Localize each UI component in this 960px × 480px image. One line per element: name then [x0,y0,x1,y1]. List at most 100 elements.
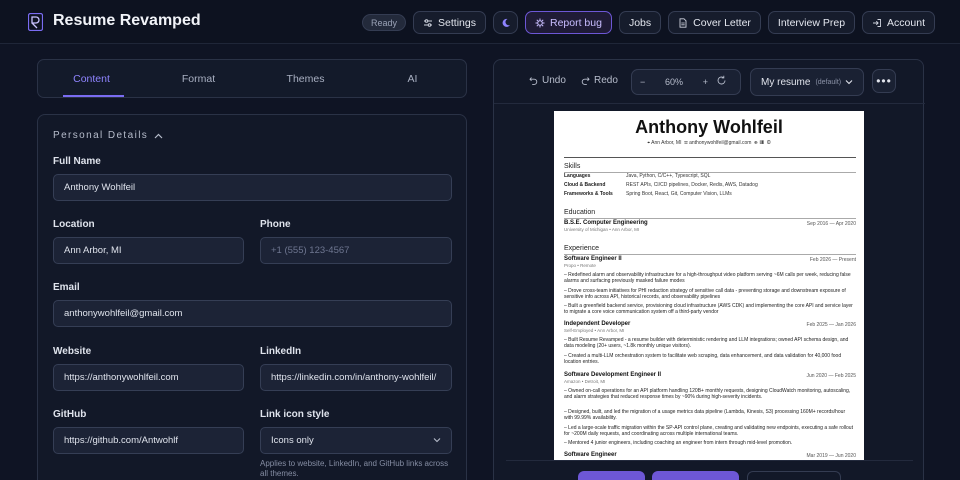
section-title: Personal Details [53,130,149,141]
skill-value: Java, Python, C/C++, Typescript, SQL [626,173,711,179]
header-rule [564,157,856,158]
footer-action-button[interactable] [652,471,739,480]
job-bullet: – Built Resume Revamped - a resume build… [564,337,849,349]
email-input[interactable]: anthonywohlfeil@gmail.com [53,300,452,327]
job-dates: Jun 2020 — Feb 2025 [806,373,856,379]
editor-panel: Content Format Themes AI [37,59,467,98]
editor-tabs: Content Format Themes AI [37,59,467,98]
tab-content[interactable]: Content [38,60,145,97]
linkedin-input[interactable]: https://linkedin.com/in/anthony-wohlfeil… [260,364,452,391]
email-label: Email [53,282,80,293]
experience-heading: Experience [564,245,600,252]
resume-contact: ⌖ Ann Arbor, MI ✉ anthonywohlfeil@gmail.… [554,140,864,146]
job-bullet: – Drove cross-team initiatives for PHI r… [564,288,846,300]
theme-toggle-button[interactable] [493,11,518,34]
settings-button[interactable]: Settings [413,11,486,34]
job-bullet: – Designed, built, and led the migration… [564,409,846,421]
undo-icon [529,77,538,85]
gear-icon [535,18,545,27]
zoom-level: 60% [664,77,683,87]
redo-button[interactable]: Redo [581,75,618,86]
skill-key: Languages [564,173,591,179]
reset-zoom-icon[interactable] [716,75,727,86]
settings-label: Settings [438,16,476,29]
cover-letter-label: Cover Letter [693,16,751,29]
job-bullet: – Led a large-scale traffic migration wi… [564,425,853,437]
footer-action-button[interactable] [578,471,645,480]
github-icon: ◍ [766,140,771,146]
jobs-button[interactable]: Jobs [618,11,662,34]
job-company: Amazon • Detroit, MI [564,379,606,384]
degree: B.S.E. Computer Engineering [564,220,648,226]
job-bullet: – Built a greenfield backend service, pr… [564,303,853,315]
website-input[interactable]: https://anthonywohlfeil.com [53,364,244,391]
skill-key: Frameworks & Tools [564,191,613,197]
full-name-label: Full Name [53,156,101,167]
skill-key: Cloud & Backend [564,182,606,188]
link-icon-style-hint: Applies to website, LinkedIn, and GitHub… [260,459,449,478]
zoom-in-button[interactable]: + [703,77,708,87]
globe-icon: ⊕ [754,140,758,146]
linkedin-icon: ▥ [760,140,765,146]
job-role: Software Engineer II [564,256,622,262]
link-icon-style-label: Link icon style [260,409,330,420]
edu-dates: Sep 2016 — Apr 2020 [806,221,856,227]
undo-button[interactable]: Undo [529,75,566,86]
tab-ai[interactable]: AI [359,60,466,97]
more-options-button[interactable]: ••• [872,69,896,93]
top-bar: Resume Revamped Ready Settings Report bu… [0,0,960,44]
redo-icon [581,77,590,85]
zoom-out-button[interactable]: − [640,77,645,87]
job-company: Self-Employed • Ann Arbor, MI [564,328,625,333]
preview-toolbar: Undo Redo − 60% + My resume (default) ••… [494,60,925,104]
undo-label: Undo [542,75,566,86]
resume-name: Anthony Wohlfeil [635,117,783,137]
job-dates: Feb 2025 — Jan 2026 [806,322,856,328]
job-bullet: – Owned on-call operations for an API pl… [564,388,851,400]
resume-email: anthonywohlfeil@gmail.com [689,140,752,146]
phone-input[interactable]: +1 (555) 123-4567 [260,237,452,264]
mail-icon: ✉ [684,140,688,146]
footer-action-button[interactable] [747,471,841,480]
job-bullet: – Redefined alarm and observability infr… [564,272,851,284]
link-icon-style-select[interactable]: Icons only [260,427,452,454]
personal-details-header[interactable]: Personal Details [53,130,163,141]
resume-location: Ann Arbor, MI [651,140,682,146]
status-badge: Ready [362,14,407,31]
resume-select[interactable]: My resume (default) [750,68,864,96]
job-bullet: – Mentored 4 junior engineers, including… [564,440,793,446]
active-tab-indicator [63,95,124,97]
personal-details-card: Personal Details Full Name Anthony Wohlf… [37,114,467,480]
linkedin-label: LinkedIn [260,346,302,357]
location-label: Location [53,219,95,230]
job-dates: Mar 2019 — Jun 2020 [806,453,856,459]
resume-select-value: My resume [761,76,811,88]
report-bug-button[interactable]: Report bug [525,11,612,34]
app-title: Resume Revamped [53,12,201,29]
phone-label: Phone [260,219,291,230]
education-heading: Education [564,209,596,216]
cover-letter-button[interactable]: Cover Letter [668,11,761,34]
tab-themes[interactable]: Themes [252,60,359,97]
interview-prep-button[interactable]: Interview Prep [767,11,856,34]
job-role: Software Development Engineer II [564,372,662,378]
school: University of Michigan • Ann Arbor, MI [564,227,640,232]
full-name-input[interactable]: Anthony Wohlfeil [53,174,452,201]
skill-value: Spring Boot, React, Git, Computer Vision… [626,191,732,197]
location-input[interactable]: Ann Arbor, MI [53,237,244,264]
job-company: Propo • Remote [564,263,596,268]
link-icon-style-value: Icons only [271,435,314,446]
redo-label: Redo [594,75,618,86]
github-label: GitHub [53,409,87,420]
document-icon [679,17,687,28]
job-role: Independent Developer [564,321,631,327]
moon-icon [502,18,510,27]
app-logo-icon [28,13,43,31]
account-button[interactable]: Account [862,11,935,34]
report-bug-label: Report bug [550,16,602,29]
github-input[interactable]: https://github.com/Antwohlf [53,427,244,454]
experience-rule [564,254,856,255]
tab-format[interactable]: Format [145,60,252,97]
preview-panel: Undo Redo − 60% + My resume (default) ••… [493,59,925,480]
top-nav: Ready Settings Report bug Jobs Cover Let… [362,11,935,34]
